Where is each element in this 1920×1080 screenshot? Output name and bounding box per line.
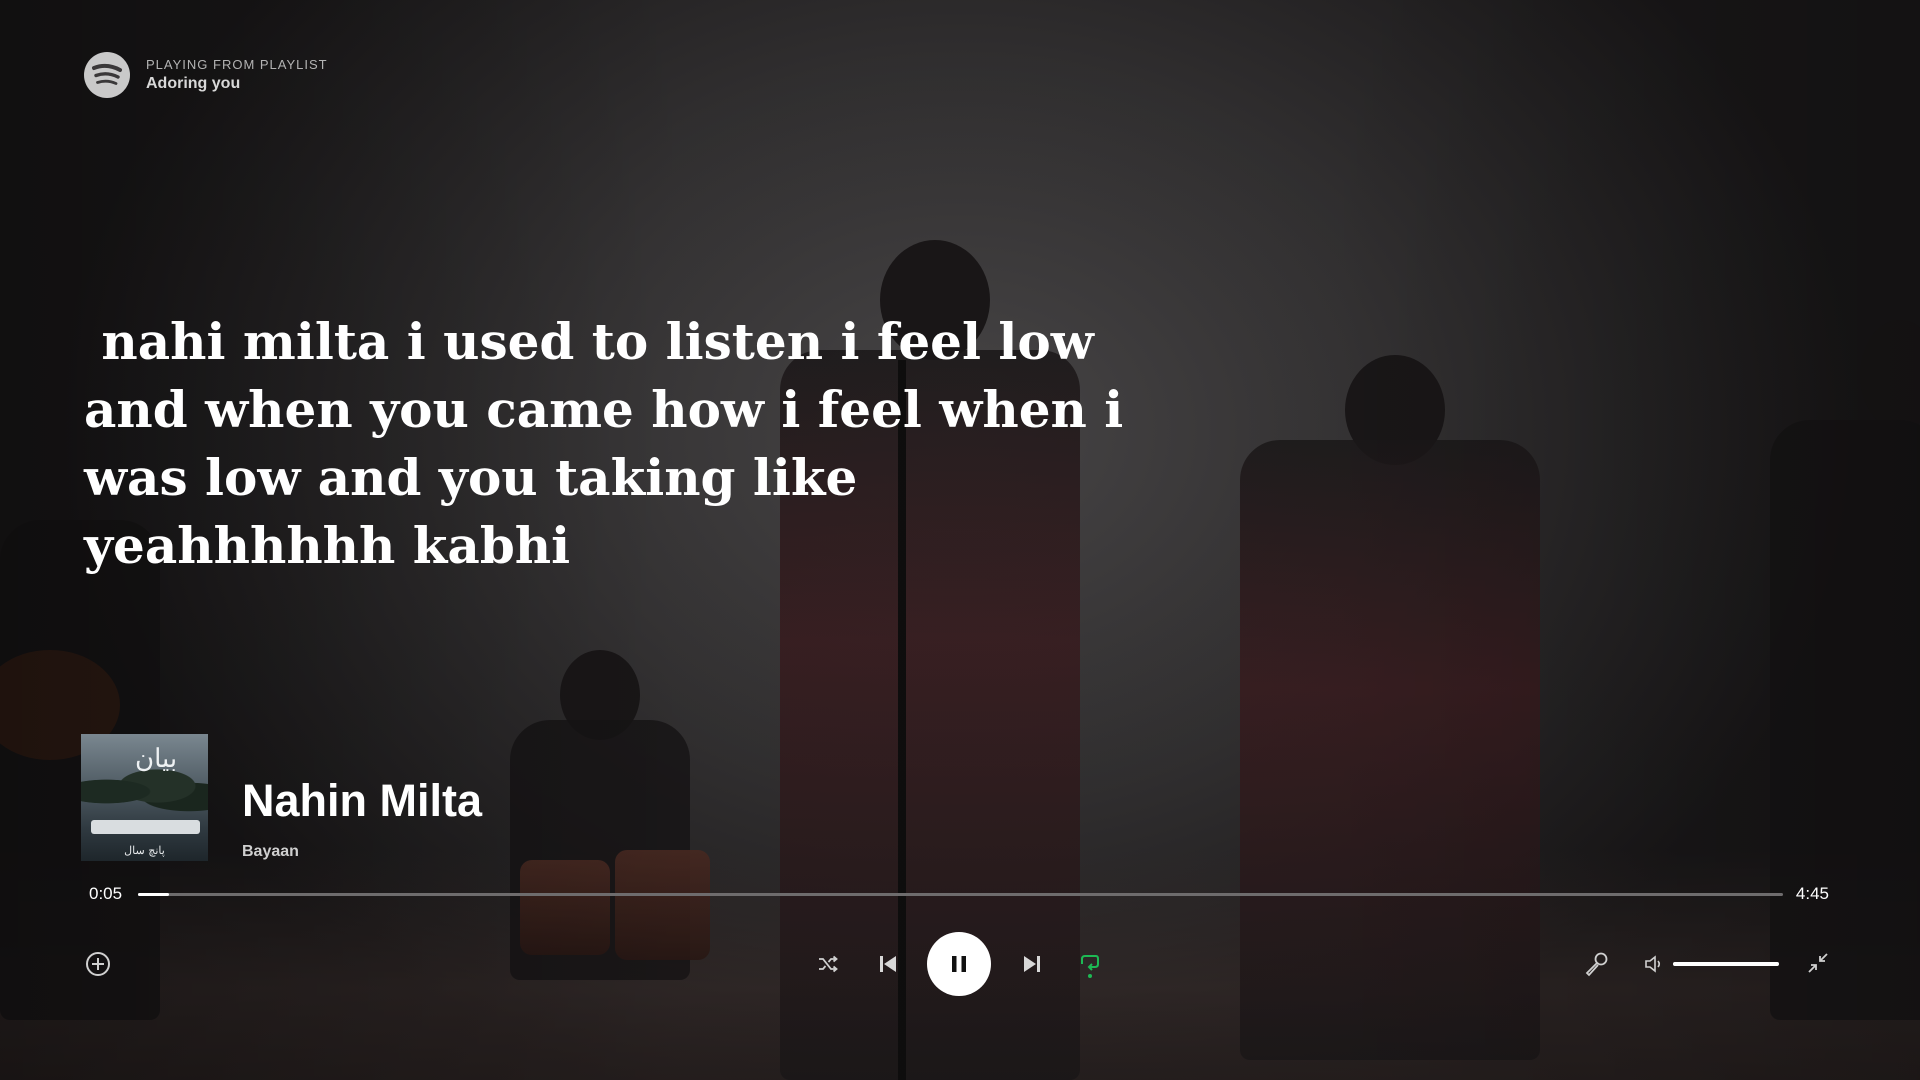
album-cover[interactable]: بیان پانچ سال — [81, 734, 208, 861]
volume-button[interactable] — [1642, 952, 1666, 976]
track-title[interactable]: Nahin Milta — [242, 775, 482, 827]
fullscreen-player: PLAYING FROM PLAYLIST Adoring you nahi m… — [0, 0, 1920, 1080]
progress-bar-fill — [138, 893, 170, 896]
current-time: 0:05 — [89, 884, 123, 903]
now-playing-info: بیان پانچ سال Nahin Milta Bayaan — [81, 734, 482, 861]
playback-progress: 0:05 4:45 — [89, 884, 1829, 904]
track-info: Nahin Milta Bayaan — [242, 775, 482, 861]
playlist-name[interactable]: Adoring you — [146, 75, 328, 93]
track-artist[interactable]: Bayaan — [242, 843, 482, 861]
cover-caption: پانچ سال — [124, 844, 165, 857]
playing-from-label: PLAYING FROM PLAYLIST — [146, 57, 328, 72]
volume-slider[interactable] — [1673, 962, 1779, 966]
exit-fullscreen-button[interactable] — [1805, 950, 1831, 976]
minimize-icon — [1808, 953, 1828, 973]
playing-from-header: PLAYING FROM PLAYLIST Adoring you — [84, 52, 328, 98]
volume-slider-fill — [1673, 962, 1779, 966]
previous-button[interactable] — [876, 952, 900, 976]
cover-logo-text: بیان — [135, 744, 178, 774]
skip-previous-icon — [880, 956, 896, 972]
skip-next-icon — [1024, 956, 1040, 972]
lyrics-button[interactable] — [1582, 950, 1610, 978]
next-button[interactable] — [1020, 952, 1044, 976]
cover-boat — [91, 820, 200, 834]
repeat-icon — [1081, 955, 1099, 978]
progress-bar[interactable] — [138, 893, 1783, 896]
total-time: 4:45 — [1795, 884, 1829, 903]
spotify-logo-icon[interactable] — [84, 52, 130, 98]
microphone-icon — [1585, 952, 1608, 977]
pause-button[interactable] — [927, 932, 991, 996]
header-text: PLAYING FROM PLAYLIST Adoring you — [146, 57, 328, 93]
add-circle-icon — [86, 952, 110, 976]
volume-icon — [1645, 955, 1661, 973]
pause-icon — [952, 956, 966, 972]
shuffle-button[interactable] — [816, 952, 840, 976]
shuffle-icon — [819, 955, 838, 973]
add-to-library-button[interactable] — [84, 950, 112, 978]
lyrics-current-line: nahi milta i used to listen i feel low a… — [84, 312, 1124, 575]
player-controls — [0, 932, 1920, 996]
repeat-button[interactable] — [1077, 950, 1103, 980]
